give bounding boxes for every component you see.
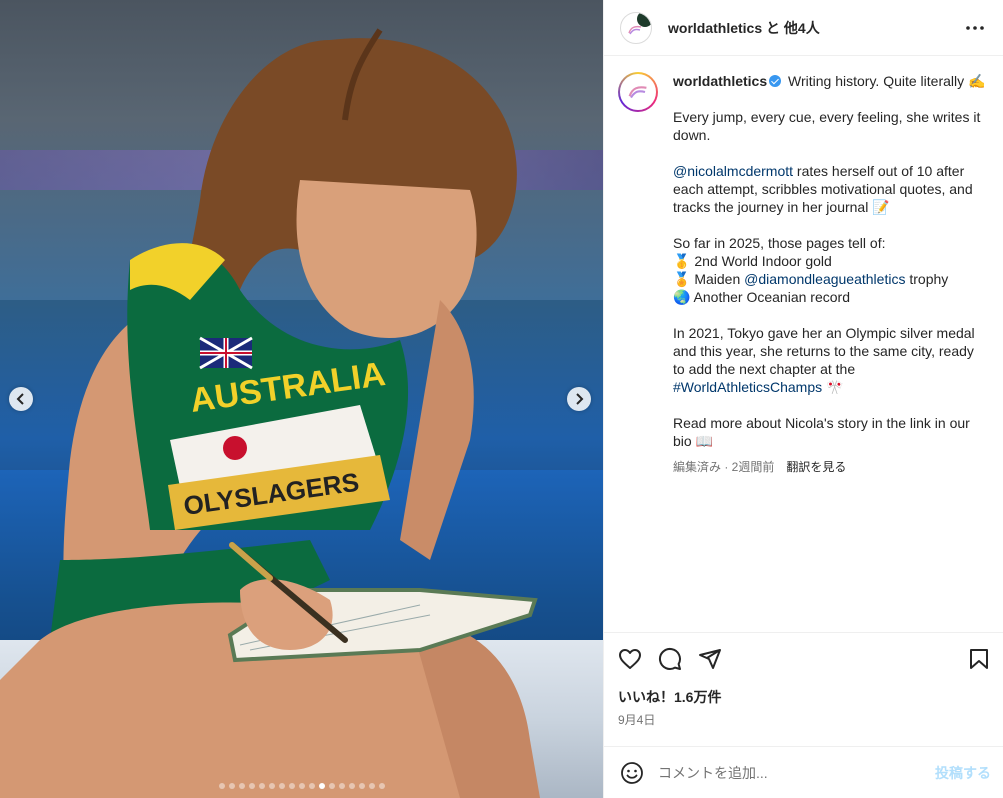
post-date: 9月4日	[618, 713, 656, 727]
comment-icon	[658, 647, 681, 670]
header-coauthors[interactable]: と 他4人	[762, 20, 820, 36]
carousel-dot	[278, 783, 285, 789]
carousel-dot	[378, 783, 385, 789]
mention-link[interactable]: @diamondleagueathletics	[744, 271, 905, 287]
mention-link[interactable]: @nicolalmcdermott	[673, 163, 793, 179]
save-button[interactable]	[967, 647, 991, 671]
carousel-dot	[248, 783, 255, 789]
world-athletics-logo-icon	[628, 25, 642, 34]
caption-paragraph-5: Read more about Nicola's story in the li…	[673, 415, 970, 449]
post-viewer: AUSTRALIA OLYSLAGERS worldathletics と 他4…	[0, 0, 1003, 798]
carousel-dot	[348, 783, 355, 789]
like-button[interactable]	[618, 647, 642, 671]
author-avatar[interactable]	[620, 11, 652, 44]
comment-button[interactable]	[658, 647, 682, 671]
chevron-right-icon	[576, 393, 584, 405]
post-side-panel: worldathletics と 他4人 worldathletics Writ…	[603, 0, 1003, 798]
post-comment-button[interactable]: 投稿する	[935, 763, 991, 783]
carousel-dot	[368, 783, 375, 789]
achievement-line: 🏅 Maiden @diamondleagueathletics trophy	[673, 271, 949, 287]
caption-avatar[interactable]	[618, 72, 658, 112]
achievement-line: 🥇 2nd World Indoor gold	[673, 253, 832, 269]
caption-area: worldathletics Writing history. Quite li…	[604, 56, 1003, 632]
caption-headline: Writing history. Quite literally ✍️	[788, 73, 986, 89]
emoji-icon[interactable]	[620, 761, 644, 785]
see-translation-button[interactable]: 翻訳を見る	[786, 458, 846, 476]
world-athletics-logo-icon	[628, 86, 647, 99]
caption-paragraph-4: In 2021, Tokyo gave her an Olympic silve…	[673, 325, 975, 395]
carousel-dot	[218, 783, 225, 789]
comment-input[interactable]	[658, 764, 935, 781]
carousel-dot	[308, 783, 315, 789]
caption-paragraph-1: Every jump, every cue, every feeling, sh…	[673, 109, 981, 143]
caption-username[interactable]: worldathletics	[673, 73, 767, 89]
carousel-dot	[268, 783, 275, 789]
actions-bar: いいね！1.6万件 9月4日	[604, 632, 1003, 746]
carousel-dots	[0, 783, 603, 789]
carousel-dot	[358, 783, 365, 789]
carousel-dot	[338, 783, 345, 789]
post-media: AUSTRALIA OLYSLAGERS	[0, 0, 603, 798]
share-button[interactable]	[698, 647, 722, 671]
carousel-dot	[258, 783, 265, 789]
comment-bar: 投稿する	[604, 746, 1003, 798]
heart-icon	[619, 649, 641, 669]
edited-timestamp: 編集済み · 2週間前	[673, 460, 775, 474]
carousel-next-button[interactable]	[567, 387, 591, 411]
carousel-prev-button[interactable]	[9, 387, 33, 411]
post-header: worldathletics と 他4人	[604, 0, 1003, 56]
like-count[interactable]: いいね！1.6万件	[618, 687, 991, 707]
caption: worldathletics Writing history. Quite li…	[618, 72, 989, 476]
chevron-left-icon	[16, 393, 24, 405]
header-username[interactable]: worldathletics	[668, 20, 762, 36]
caption-meta: 編集済み · 2週間前 翻訳を見る	[673, 458, 989, 476]
header-author-names: worldathletics と 他4人	[668, 18, 820, 38]
carousel-dot	[298, 783, 305, 789]
hashtag-link[interactable]: #WorldAthleticsChamps	[673, 379, 822, 395]
athlete-photo: AUSTRALIA OLYSLAGERS	[0, 0, 603, 798]
share-icon	[699, 649, 721, 669]
caption-paragraph-3: So far in 2025, those pages tell of: 🥇 2…	[673, 234, 989, 306]
carousel-dot	[238, 783, 245, 789]
achievement-line: 🌏 Another Oceanian record	[673, 289, 850, 305]
bookmark-icon	[970, 649, 988, 669]
verified-badge-icon	[769, 75, 782, 87]
carousel-dot	[228, 783, 235, 789]
caption-text: worldathletics Writing history. Quite li…	[673, 72, 989, 476]
carousel-dot	[288, 783, 295, 789]
more-icon	[966, 25, 984, 30]
more-options-button[interactable]	[963, 16, 987, 40]
carousel-dot	[328, 783, 335, 789]
carousel-dot	[318, 783, 325, 789]
caption-paragraph-2: @nicolalmcdermott rates herself out of 1…	[673, 163, 973, 215]
